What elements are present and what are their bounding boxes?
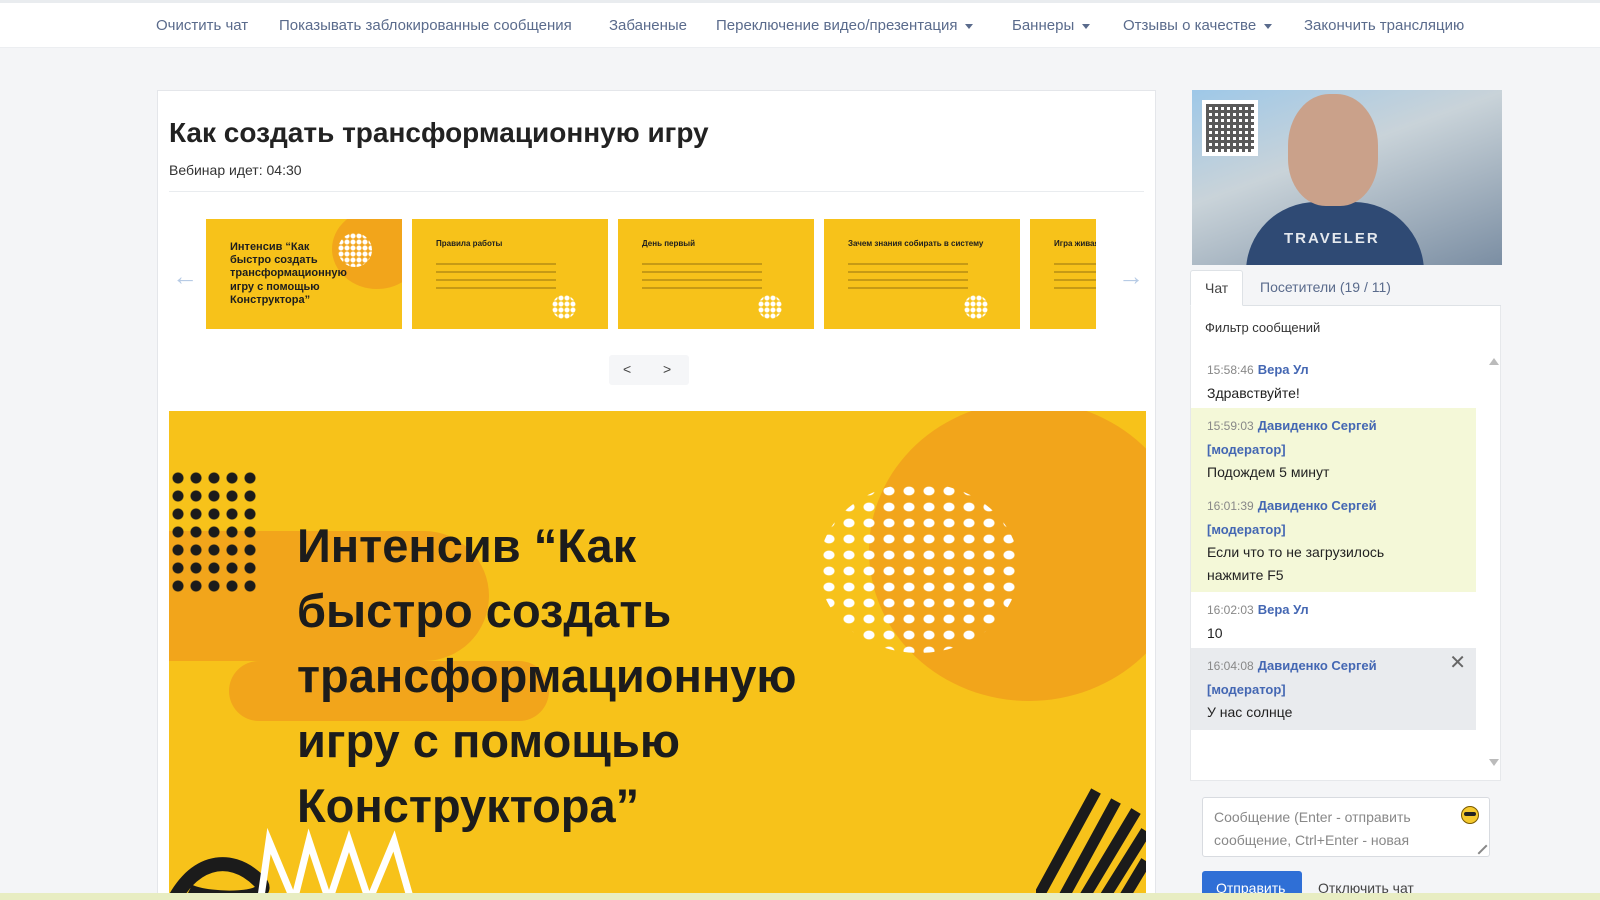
scroll-down-icon[interactable] [1489,759,1499,766]
message-time: 15:58:46 [1207,363,1254,377]
current-slide: Интенсив “Как быстро создать трансформац… [169,411,1146,900]
nav-feedback-label: Отзывы о качестве [1123,17,1257,34]
thumb-decoration [758,295,782,319]
message-filter[interactable]: Фильтр сообщений [1205,320,1320,335]
message-input[interactable] [1203,798,1453,856]
slide-decoration [169,469,261,593]
nav-banners-label: Баннеры [1012,17,1075,34]
message-text: 10 [1207,625,1223,641]
message-text: У нас солнце [1207,704,1293,720]
message-time: 16:04:08 [1207,659,1254,673]
slide-thumbnail[interactable]: Правила работы [412,219,608,329]
slide-thumbnail[interactable]: Игра живая [1030,219,1096,329]
video-shirt-text: TRAVELER [1284,230,1380,247]
chat-message: 15:59:03 Давиденко Сергей [модератор] Под… [1191,408,1476,490]
nav-switch-label: Переключение видео/презентация [716,17,958,34]
smile-icon[interactable] [1461,806,1479,824]
thumb-title: Правила работы [436,239,503,248]
chat-message: 16:01:39 Давиденко Сергей [модератор] Есл… [1191,488,1476,592]
qr-code-icon [1202,100,1258,156]
divider [169,191,1144,192]
chat-message: 16:04:08 Давиденко Сергей [модератор] У н… [1191,648,1476,730]
bottom-strip [0,893,1600,900]
moderator-badge: [модератор] [1207,522,1286,537]
chat-panel: Фильтр сообщений 15:58:46 Вера Ул Здравст… [1190,306,1501,781]
message-author[interactable]: Вера Ул [1258,362,1309,377]
thumb-decoration [964,295,988,319]
moderator-badge: [модератор] [1207,682,1286,697]
slide-thumbnail[interactable]: Зачем знания собирать в систему [824,219,1020,329]
thumb-text-lines [848,263,968,295]
chevron-down-icon [1082,23,1091,29]
chevron-down-icon [1264,23,1273,29]
slide-thumbnail[interactable]: Интенсив “Как быстро создать трансформац… [206,219,402,329]
presentation-card: Как создать трансформационную игру Вебин… [157,90,1156,900]
top-nav: Очистить чат Показывать заблокированные … [0,0,1600,48]
message-text: Подождем 5 минут [1207,464,1330,480]
message-time: 16:02:03 [1207,603,1254,617]
sidebar-tabs: Чат Посетители (19 / 11) [1190,270,1501,306]
chat-message: 16:02:03 Вера Ул 10 [1191,592,1476,651]
scroll-up-icon[interactable] [1489,358,1499,365]
thumb-title: Интенсив “Как быстро создать трансформац… [230,241,347,306]
message-author[interactable]: Давиденко Сергей [1258,498,1377,513]
slide-thumbnails: Интенсив “Как быстро создать трансформац… [206,219,1096,331]
nav-banned[interactable]: Забаненые [609,17,687,34]
thumb-title: Зачем знания собирать в систему [848,239,984,248]
tab-visitors[interactable]: Посетители (19 / 11) [1246,270,1405,306]
close-icon[interactable]: ✕ [1449,652,1466,675]
slide-heading: Интенсив “Как быстро создать трансформац… [297,519,797,832]
prev-slide-button[interactable]: < [623,361,631,377]
message-input-box [1202,797,1490,857]
carousel-left-arrow-icon[interactable]: ← [172,261,198,292]
nav-switch-video-presentation[interactable]: Переключение видео/презентация [716,17,974,34]
video-person-head [1288,94,1378,206]
nav-banners[interactable]: Баннеры [1012,17,1091,34]
speaker-video[interactable]: TRAVELER [1192,90,1502,265]
scribble-decoration [169,827,415,900]
thumb-text-lines [1054,263,1096,295]
thumb-title: Игра живая [1054,239,1096,248]
nav-clear-chat[interactable]: Очистить чат [156,17,248,34]
nav-show-blocked[interactable]: Показывать заблокированные сообщения [279,17,572,34]
message-time: 16:01:39 [1207,499,1254,513]
thumb-title: День первый [642,239,696,248]
message-time: 15:59:03 [1207,419,1254,433]
thumb-text-lines [642,263,762,295]
carousel-right-arrow-icon[interactable]: → [1118,261,1144,292]
thumb-decoration [552,295,576,319]
page-title: Как создать трансформационную игру [169,117,709,148]
nav-end-broadcast[interactable]: Закончить трансляцию [1304,17,1464,34]
slide-decoration [819,483,1019,653]
slide-pager: < > [609,355,689,385]
tab-chat[interactable]: Чат [1190,270,1244,306]
chat-message: 15:58:46 Вера Ул Здравствуйте! [1191,352,1476,411]
webinar-timer: Вебинар идет: 04:30 [169,162,302,178]
chevron-down-icon [965,23,974,29]
chat-scrollbar[interactable] [1486,352,1500,768]
next-slide-button[interactable]: > [663,361,671,377]
thumb-text-lines [436,263,556,295]
message-author[interactable]: Вера Ул [1258,602,1309,617]
stripes-decoration [1036,788,1146,900]
nav-quality-feedback[interactable]: Отзывы о качестве [1123,17,1273,34]
message-author[interactable]: Давиденко Сергей [1258,658,1377,673]
message-author[interactable]: Давиденко Сергей [1258,418,1377,433]
slide-thumbnail[interactable]: День первый [618,219,814,329]
chat-messages: 15:58:46 Вера Ул Здравствуйте! 15:59:03 Да… [1191,352,1481,730]
moderator-badge: [модератор] [1207,442,1286,457]
message-text: Если что то не загрузилось нажмите F5 [1207,544,1385,583]
resize-handle-icon[interactable] [1470,837,1488,855]
message-text: Здравствуйте! [1207,385,1300,401]
